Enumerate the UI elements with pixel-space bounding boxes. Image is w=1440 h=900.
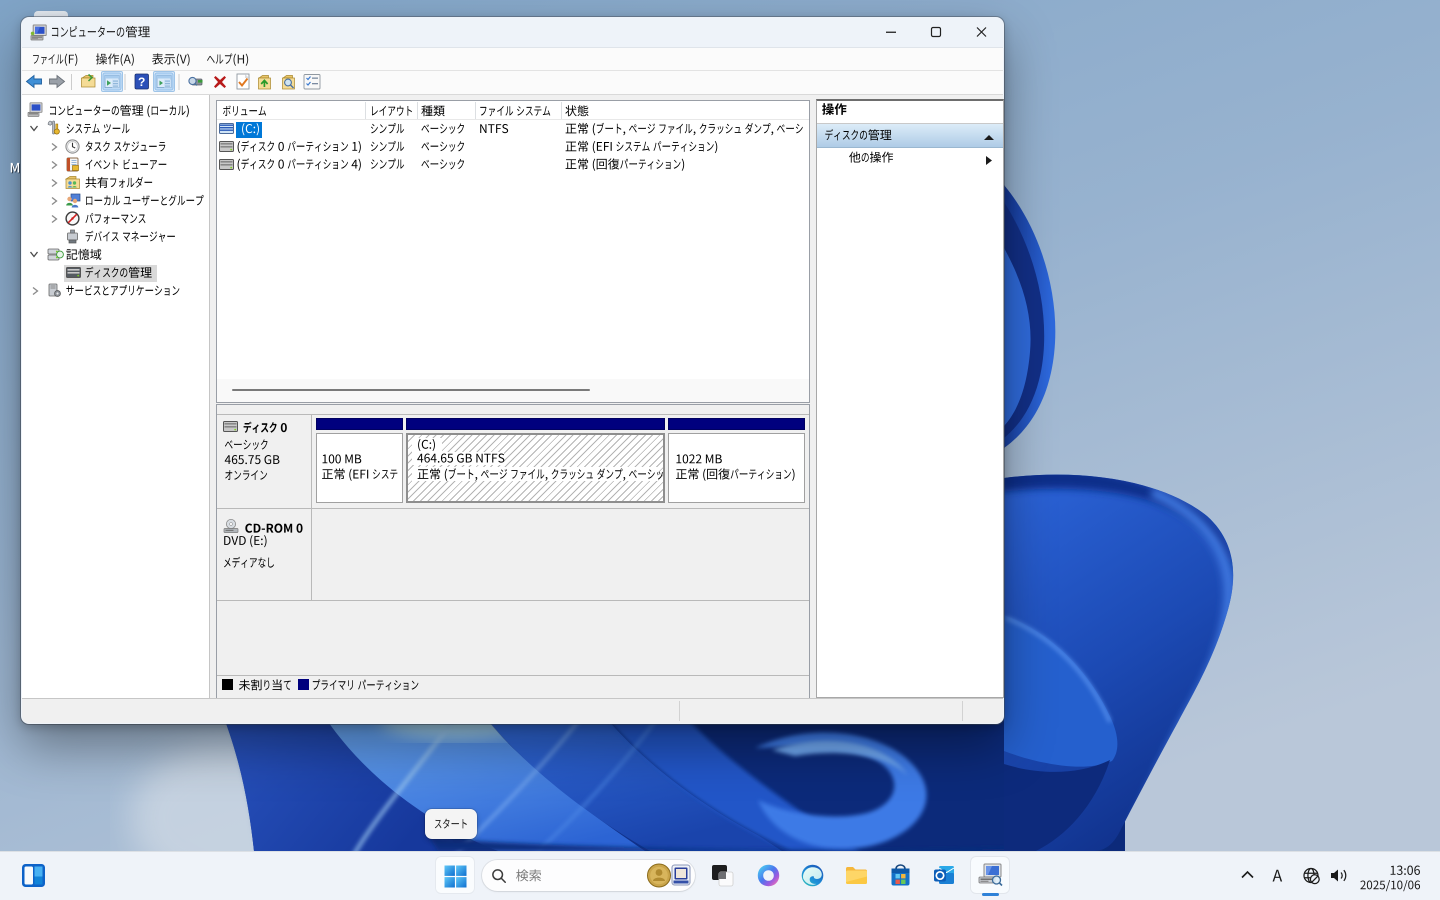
svg-text:?: ?: [138, 75, 145, 89]
